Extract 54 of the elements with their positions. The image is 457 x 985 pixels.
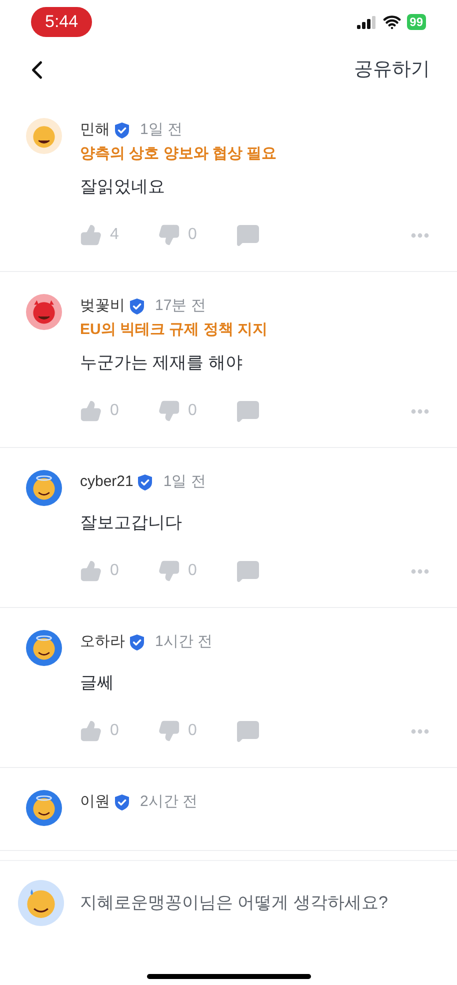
comment-time: 2시간 전: [140, 792, 198, 812]
comment-time: 1일 전: [140, 120, 183, 140]
thumbs-up-icon: [80, 720, 102, 742]
thumbs-up-icon: [80, 400, 102, 422]
comment-text: 잘보고갑니다: [80, 512, 183, 534]
stance-label: EU의 빅테크 규제 정책 지지: [80, 320, 269, 340]
comment-time: 1시간 전: [155, 632, 213, 652]
thumbs-down-icon: [158, 560, 180, 582]
reply-button[interactable]: [236, 559, 260, 583]
signal-icon: [356, 16, 377, 28]
dislike-button[interactable]: 0: [158, 719, 236, 743]
comment-icon: [236, 719, 260, 743]
comment-text: 잘읽었네요: [80, 176, 166, 198]
reply-button[interactable]: [236, 719, 260, 743]
comment-input[interactable]: 지혜로운맹꽁이님은 어떻게 생각하세요?: [80, 890, 437, 916]
more-icon: [411, 232, 429, 238]
dislike-button[interactable]: 0: [158, 559, 236, 583]
battery-level: 99: [406, 14, 426, 30]
author-name: 민해: [80, 120, 110, 140]
dislike-button[interactable]: 0: [158, 399, 236, 423]
like-button[interactable]: 0: [80, 559, 158, 583]
like-button[interactable]: 0: [80, 399, 158, 423]
thumbs-down-icon: [158, 720, 180, 742]
more-icon: [411, 408, 429, 414]
comment-time: 1일 전: [163, 472, 206, 492]
author-name: 오하라: [80, 632, 125, 652]
more-button[interactable]: [411, 232, 429, 238]
status-time: 5:44: [31, 7, 92, 37]
comment-time: 17분 전: [155, 296, 206, 316]
share-button[interactable]: 공유하기: [354, 56, 430, 84]
more-icon: [411, 728, 429, 734]
comment-text: 글쎄: [80, 672, 115, 694]
comment-icon: [236, 223, 260, 247]
more-button[interactable]: [411, 728, 429, 734]
thumbs-up-icon: [80, 224, 102, 246]
comment-icon: [236, 559, 260, 583]
wifi-icon: [382, 13, 401, 31]
stance-label: 양측의 상호 양보와 협상 필요: [80, 144, 278, 164]
comment-text: 누군가는 제재를 해야: [80, 352, 244, 374]
comment-icon: [236, 399, 260, 423]
thumbs-down-icon: [158, 224, 180, 246]
like-button[interactable]: 0: [80, 719, 158, 743]
more-button[interactable]: [411, 568, 429, 574]
reply-button[interactable]: [236, 399, 260, 423]
more-button[interactable]: [411, 408, 429, 414]
like-button[interactable]: 4: [80, 223, 158, 247]
reply-button[interactable]: [236, 223, 260, 247]
thumbs-up-icon: [80, 560, 102, 582]
author-name: cyber21: [80, 472, 134, 492]
more-icon: [411, 568, 429, 574]
author-name: 이원: [80, 792, 110, 812]
author-name: 벚꽃비: [80, 296, 125, 316]
dislike-button[interactable]: 0: [158, 223, 236, 247]
thumbs-down-icon: [158, 400, 180, 422]
